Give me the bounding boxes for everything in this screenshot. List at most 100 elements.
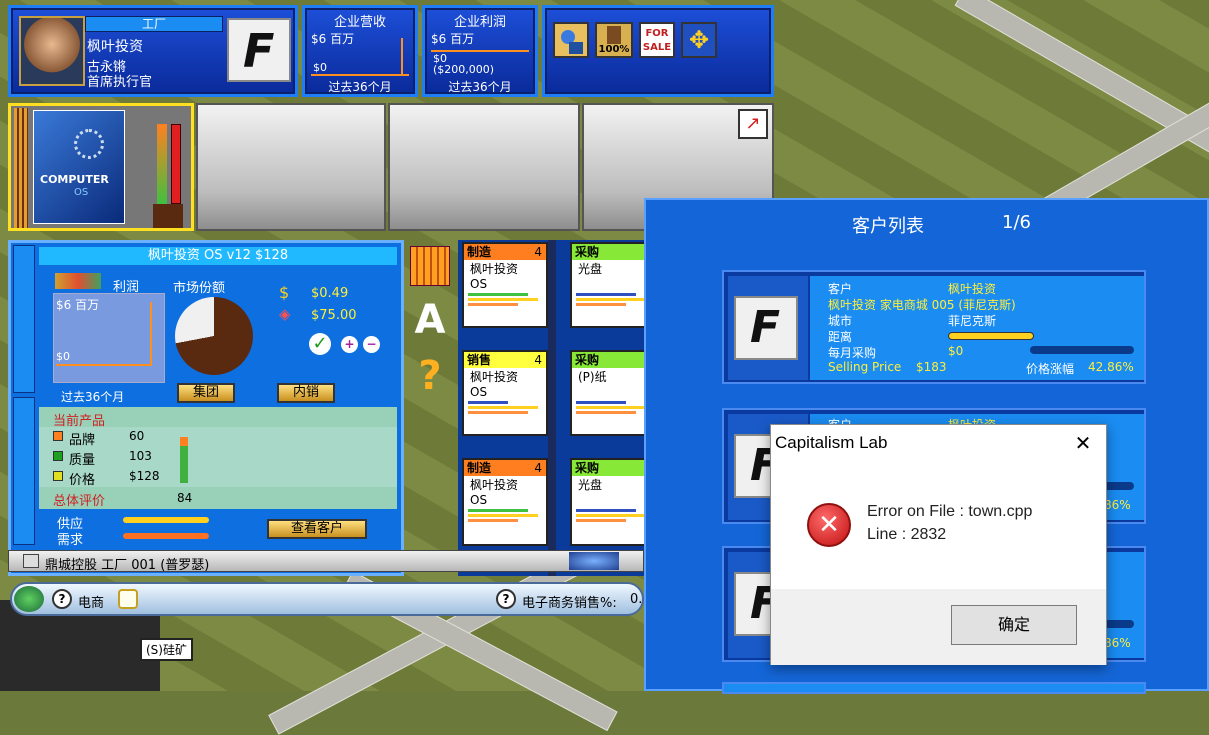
customer-card-4[interactable]	[722, 682, 1146, 694]
price-label: 价格	[69, 473, 96, 488]
customer-value: 枫叶投资	[948, 282, 997, 296]
bar-red	[171, 124, 181, 204]
gear-icon	[74, 129, 104, 159]
revenue-top: $6 百万	[311, 32, 355, 46]
domestic-button[interactable]: 内销	[277, 383, 335, 403]
city-value: 菲尼克斯	[948, 314, 997, 328]
map-people-icon[interactable]	[553, 22, 589, 58]
city-label: 城市	[828, 314, 853, 328]
plus-icon[interactable]: +	[341, 336, 358, 353]
map-label-silicon[interactable]: (S)硅矿	[140, 638, 193, 661]
price-rise-label: 价格涨幅	[1026, 362, 1075, 376]
brand-label: 品牌	[69, 433, 96, 448]
profit-icons	[55, 273, 101, 289]
price-tag-icon: ◈	[279, 305, 291, 323]
revenue-bar	[401, 38, 403, 76]
bottom-bar: ? 电商 ? 电子商务销售%: 0.0	[10, 582, 644, 616]
customer-list-title: 客户列表	[852, 216, 924, 237]
help-icon[interactable]: ?	[412, 354, 448, 398]
revenue-title: 企业营收	[333, 15, 386, 30]
price-rise-value-3: 86%	[1104, 636, 1131, 650]
price-rise-value-2: 86%	[1104, 498, 1131, 512]
current-product-label: 当前产品	[53, 414, 106, 429]
group-button[interactable]: 集团	[177, 383, 235, 403]
profit-top: $6 百万	[431, 32, 475, 46]
node-manufacture-2[interactable]: 制造 4 枫叶投资 OS	[462, 458, 548, 546]
panel-tab-1[interactable]	[13, 245, 35, 393]
product-title: 枫叶投资 OS v12 $128	[39, 247, 397, 265]
monthly-value: $0	[948, 344, 964, 358]
ok-button[interactable]: 确定	[951, 605, 1077, 645]
globe-icon[interactable]	[569, 552, 619, 570]
product-detail-panel: 枫叶投资 OS v12 $128 利润 $6 百万 $0 过去36个月 市场份额…	[8, 240, 404, 576]
monthly-label: 每月采购	[828, 346, 877, 360]
logo-f-icon: F	[750, 302, 781, 353]
panel-tab-2[interactable]	[13, 397, 35, 545]
title-tab[interactable]: 工厂	[85, 16, 223, 32]
building-percent-icon[interactable]: 100%	[595, 22, 633, 58]
revenue-panel[interactable]: 企业营收 $6 百万 $0 过去36个月	[302, 5, 418, 97]
ceo-panel: 工厂 枫叶投资 古永锵 首席执行官 F	[8, 5, 298, 97]
bar-base	[153, 204, 183, 228]
books-icon[interactable]	[410, 246, 450, 286]
selling-price-label: Selling Price	[828, 360, 902, 374]
product-box-os: COMPUTER OS	[33, 110, 125, 224]
market-share-label: 市场份额	[173, 281, 226, 296]
customer-list-page: 1/6	[1002, 212, 1031, 233]
ceo-portrait[interactable]	[19, 16, 85, 86]
demand-bar	[123, 533, 209, 539]
profit-panel[interactable]: 企业利润 $6 百万 $0 ($200,000) 过去36个月	[422, 5, 538, 97]
brand-swatch	[53, 431, 63, 441]
revenue-footer: 过去36个月	[328, 80, 392, 94]
company-logo[interactable]: F	[227, 18, 291, 82]
move-arrows-icon[interactable]: ✥	[681, 22, 717, 58]
logo-f-icon: F	[243, 24, 275, 78]
compass-icon[interactable]: A	[410, 298, 450, 342]
minus-icon[interactable]: −	[363, 336, 380, 353]
node-manufacture-1[interactable]: 制造 4 枫叶投资 OS	[462, 242, 548, 328]
price-value: $75.00	[311, 308, 357, 323]
brand-value: 60	[129, 429, 145, 443]
demand-label: 需求	[57, 533, 84, 548]
distance-label: 距离	[828, 330, 853, 344]
customer-card-1[interactable]: F 客户 枫叶投资 枫叶投资 家电商城 005 (菲尼克斯) 城市 菲尼克斯 距…	[722, 270, 1146, 384]
ecom-sales-value: 0.0	[630, 592, 642, 607]
cost-value: $0.49	[311, 286, 349, 301]
product-slot-selected[interactable]: COMPUTER OS	[8, 103, 194, 231]
customer-label: 客户	[828, 282, 853, 296]
node-sales[interactable]: 销售 4 枫叶投资 OS	[462, 350, 548, 436]
menu-circle-icon[interactable]	[14, 586, 44, 612]
profit-low: ($200,000)	[433, 63, 495, 76]
bar-orange-green	[157, 124, 167, 204]
customer-store: 枫叶投资 家电商城 005 (菲尼克斯)	[828, 298, 1016, 312]
company-name: 枫叶投资	[87, 39, 143, 55]
product-slot-empty-2[interactable]	[388, 103, 580, 231]
overall-label: 总体评价	[53, 494, 106, 509]
check-icon[interactable]: ✓	[309, 333, 331, 355]
selling-price-value: $183	[916, 360, 947, 374]
view-customers-button[interactable]: 查看客户	[267, 519, 367, 539]
overall-value: 84	[177, 491, 193, 505]
toolbar: 100% FOR SALE ✥	[542, 5, 774, 97]
status-text: 鼎城控股 工厂 001 (普罗瑟)	[45, 558, 210, 573]
ratings-table: 当前产品 品牌 60 质量 103 价格 $128 总体评价 84	[39, 407, 397, 509]
product-slot-empty-1[interactable]	[196, 103, 386, 231]
for-sale-icon[interactable]: FOR SALE	[639, 22, 675, 58]
price-rating-value: $128	[129, 469, 160, 483]
status-bar: 鼎城控股 工厂 001 (普罗瑟)	[8, 550, 644, 573]
chart-trend-icon[interactable]: ↗	[738, 109, 768, 139]
price-swatch	[53, 471, 63, 481]
quality-value: 103	[129, 449, 152, 463]
error-icon: ✕	[807, 503, 851, 547]
ecom-sales-label: 电子商务销售%:	[522, 596, 617, 611]
map-small-icon[interactable]	[23, 554, 39, 568]
node-grid: 制造 4 枫叶投资 OS 采购 光盘 销售 4 枫叶投资 OS 采购 (P)纸 …	[458, 240, 656, 576]
ecommerce-checkbox[interactable]	[118, 589, 138, 609]
error-dialog: Capitalism Lab ✕ ✕ Error on File : town.…	[770, 424, 1107, 665]
help-circle-icon-2[interactable]: ?	[496, 589, 516, 609]
dialog-title: Capitalism Lab	[775, 433, 888, 452]
close-icon[interactable]: ✕	[1071, 431, 1095, 455]
monthly-bar	[1030, 346, 1134, 354]
help-circle-icon[interactable]: ?	[52, 589, 72, 609]
profit-chart-footer: 过去36个月	[61, 390, 125, 404]
